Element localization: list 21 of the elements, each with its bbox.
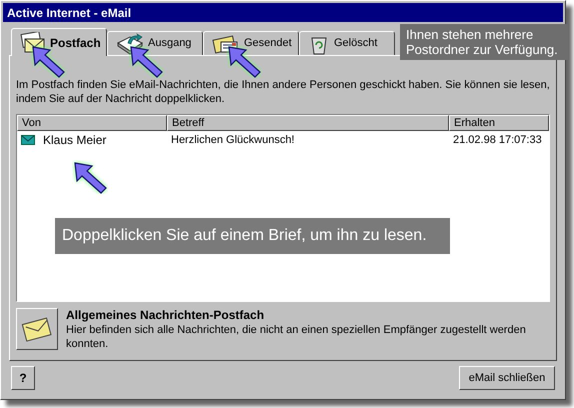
folder-description: Hier befinden sich alle Nachrichten, die nicht an einen speziellen Empfänger zugestellt werden konnten. [66, 323, 527, 351]
date-cell-text: 21.02.98 17:07:33 [452, 132, 543, 148]
tooltip-callout: Ihnen stehen mehrere Postordner zur Verfügung. [400, 24, 568, 60]
subject-cell-text: Herzlichen Glückwunsch! [170, 132, 296, 148]
tooltip-callout: Doppelklicken Sie auf einem Brief, um ihn zu lesen. [55, 218, 450, 254]
pointer-arrow-icon [72, 160, 108, 194]
help-button[interactable]: ? [11, 366, 35, 390]
column-header[interactable]: Erhalten [449, 115, 549, 131]
envelope-icon [21, 135, 35, 145]
folder-title: Allgemeines Nachrichten-Postfach [66, 308, 266, 323]
folder-tab[interactable]: Postfach [11, 28, 107, 56]
folder-button[interactable] [16, 308, 58, 350]
column-header[interactable]: Betreff [167, 115, 449, 131]
window-title: Active Internet - eMail [3, 3, 563, 22]
folder-tab[interactable]: Gesendet [203, 31, 299, 55]
folder-tab[interactable]: Ausgang [107, 31, 203, 55]
column-header[interactable]: Von [17, 115, 167, 131]
description-text: Im Postfach finden Sie eMail-Nachrichten, die Ihnen andere Personen geschickt haben. Sie können sie lesen, indem Sie auf der Nachricht doppelklicken. [16, 78, 550, 106]
sender-cell-text: Klaus Meier [43, 132, 106, 149]
folder-tab[interactable]: Gelöscht [299, 31, 395, 55]
close-button[interactable]: eMail schließen [459, 366, 555, 390]
